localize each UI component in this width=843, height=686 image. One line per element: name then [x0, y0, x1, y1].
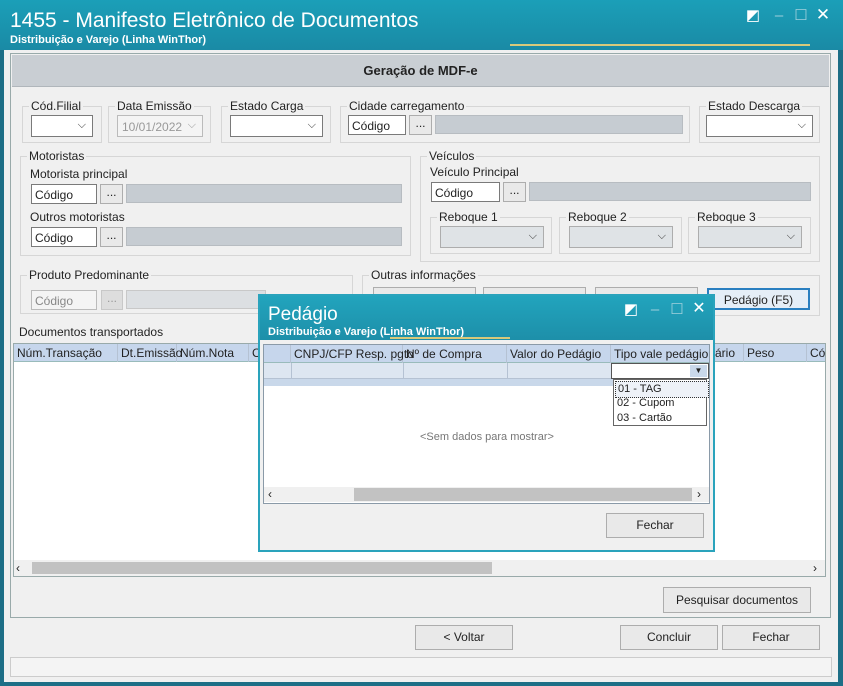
row-divider [507, 363, 508, 379]
window-titlebar: 1455 - Manifesto Eletrônico de Documento… [0, 0, 843, 50]
reboque2-label: Reboque 2 [568, 210, 627, 224]
veiculos-label: Veículos [429, 149, 475, 163]
veiculo-principal-label: Veículo Principal [430, 165, 519, 179]
scroll-left-icon[interactable]: ‹ [268, 487, 272, 501]
maximize-icon[interactable]: ☐ [792, 7, 810, 25]
reboque3-label: Reboque 3 [697, 210, 756, 224]
empty-grid-text: <Sem dados para mostrar> [420, 431, 554, 443]
dialog-fechar-button[interactable]: Fechar [606, 513, 704, 538]
tipo-vale-dropdown: 01 - TAG 02 - Cupom 03 - Cartão [613, 379, 709, 426]
dialog-maximize-icon[interactable]: ☐ [668, 301, 686, 319]
cod-filial-select[interactable]: ⌵ [31, 115, 93, 137]
dialog-col-tipo[interactable]: Tipo vale pedágio [611, 345, 709, 363]
produto-codigo-input[interactable]: Código [31, 290, 97, 310]
scroll-right-icon[interactable]: › [697, 487, 701, 501]
outros-codigo-input[interactable]: Código [31, 227, 97, 247]
pedagio-button[interactable]: Pedágio (F5) [707, 288, 810, 310]
motorista-codigo-input[interactable]: Código [31, 184, 97, 204]
restore-icon[interactable]: ◩ [744, 7, 762, 25]
reboque3-select[interactable]: ⌵ [698, 226, 802, 248]
data-emissao-label: Data Emissão [117, 99, 192, 113]
dialog-titlebar: Pedágio Distribuição e Varejo (Linha Win… [260, 296, 713, 340]
option-cartao[interactable]: 03 - Cartão [615, 411, 707, 426]
concluir-button[interactable]: Concluir [620, 625, 718, 650]
produto-label: Produto Predominante [29, 268, 150, 282]
scroll-left-icon[interactable]: ‹ [16, 561, 20, 575]
col-num-nota[interactable]: Núm.Nota [177, 344, 249, 362]
reboque2-select[interactable]: ⌵ [569, 226, 673, 248]
outros-search-button[interactable]: ... [100, 227, 123, 247]
veiculo-search-button[interactable]: ... [503, 182, 526, 202]
documentos-label: Documentos transportados [19, 325, 164, 339]
chevron-down-icon: ⌵ [797, 119, 806, 131]
fechar-button[interactable]: Fechar [722, 625, 820, 650]
cidade-search-button[interactable]: ... [409, 115, 432, 135]
dialog-col-num-compra[interactable]: Nº de Compra [403, 345, 507, 363]
window-subtitle: Distribuição e Varejo (Linha WinThor) [10, 34, 207, 46]
status-bar [10, 657, 832, 677]
pesquisar-documentos-button[interactable]: Pesquisar documentos [663, 587, 811, 613]
documentos-hscrollbar[interactable]: ‹ › [14, 560, 825, 576]
produto-description-field [126, 290, 266, 309]
dialog-accent-line [390, 337, 510, 339]
scroll-right-icon[interactable]: › [813, 561, 817, 575]
cidade-carregamento-label: Cidade carregamento [349, 99, 465, 113]
dialog-col-indicator [264, 345, 291, 363]
cidade-codigo-input[interactable]: Código [348, 115, 406, 135]
chevron-down-icon: ⌵ [528, 230, 537, 242]
minimize-icon[interactable]: – [770, 7, 788, 25]
voltar-button[interactable]: < Voltar [415, 625, 513, 650]
estado-carga-select[interactable]: ⌵ [230, 115, 323, 137]
form-header: Geração de MDF-e [12, 55, 829, 87]
estado-carga-label: Estado Carga [230, 99, 304, 113]
dialog-col-valor[interactable]: Valor do Pedágio [507, 345, 611, 363]
cidade-description-field [435, 115, 683, 134]
window-title: 1455 - Manifesto Eletrônico de Documento… [10, 9, 419, 32]
estado-descarga-select[interactable]: ⌵ [706, 115, 813, 137]
motorista-principal-label: Motorista principal [30, 167, 128, 181]
chevron-down-icon: ⌵ [307, 119, 316, 131]
data-emissao-field[interactable]: 10/01/2022 ⌵ [117, 115, 203, 137]
chevron-down-icon: ⌵ [657, 230, 666, 242]
outros-motoristas-label: Outros motoristas [30, 210, 125, 224]
col-peso[interactable]: Peso [744, 344, 807, 362]
dropdown-arrow-icon[interactable]: ▼ [690, 365, 707, 377]
scroll-thumb[interactable] [32, 562, 492, 574]
close-icon[interactable]: ✕ [814, 6, 832, 24]
chevron-down-icon: ⌵ [77, 119, 86, 131]
col-dt-emissao[interactable]: Dt.Emissão [118, 344, 182, 362]
estado-descarga-label: Estado Descarga [708, 99, 801, 113]
title-accent-line [510, 44, 810, 46]
veiculo-description-field [529, 182, 811, 201]
cod-filial-label: Cód.Filial [31, 99, 82, 113]
reboque1-select[interactable]: ⌵ [440, 226, 544, 248]
dialog-title: Pedágio [268, 304, 338, 325]
chevron-down-icon: ⌵ [786, 230, 795, 242]
veiculo-codigo-input[interactable]: Código [431, 182, 500, 202]
col-co[interactable]: Có [807, 344, 825, 362]
row-divider [403, 363, 404, 379]
motorista-description-field [126, 184, 402, 203]
outros-description-field [126, 227, 402, 246]
dialog-scroll-thumb[interactable] [354, 488, 692, 501]
dialog-row-band [264, 379, 613, 386]
dialog-restore-icon[interactable]: ◩ [622, 301, 640, 319]
reboque1-label: Reboque 1 [439, 210, 498, 224]
tipo-vale-editor[interactable]: ▼ [611, 363, 709, 379]
motoristas-label: Motoristas [29, 149, 85, 163]
dialog-col-cnpj[interactable]: CNPJ/CFP Resp. pgto [291, 345, 414, 363]
data-emissao-value: 10/01/2022 [122, 120, 183, 134]
outras-informacoes-label: Outras informações [371, 268, 476, 282]
row-divider [291, 363, 292, 379]
motorista-search-button[interactable]: ... [100, 184, 123, 204]
dialog-minimize-icon[interactable]: – [646, 301, 664, 319]
col-num-transacao[interactable]: Núm.Transação [14, 344, 118, 362]
produto-search-button[interactable]: ... [101, 290, 123, 310]
option-cupom[interactable]: 02 - Cupom [615, 396, 707, 411]
dialog-close-icon[interactable]: ✕ [690, 300, 708, 318]
chevron-down-icon: ⌵ [187, 119, 196, 131]
col-ario[interactable]: ário [712, 344, 744, 362]
dialog-hscrollbar[interactable]: ‹ › [264, 487, 709, 502]
